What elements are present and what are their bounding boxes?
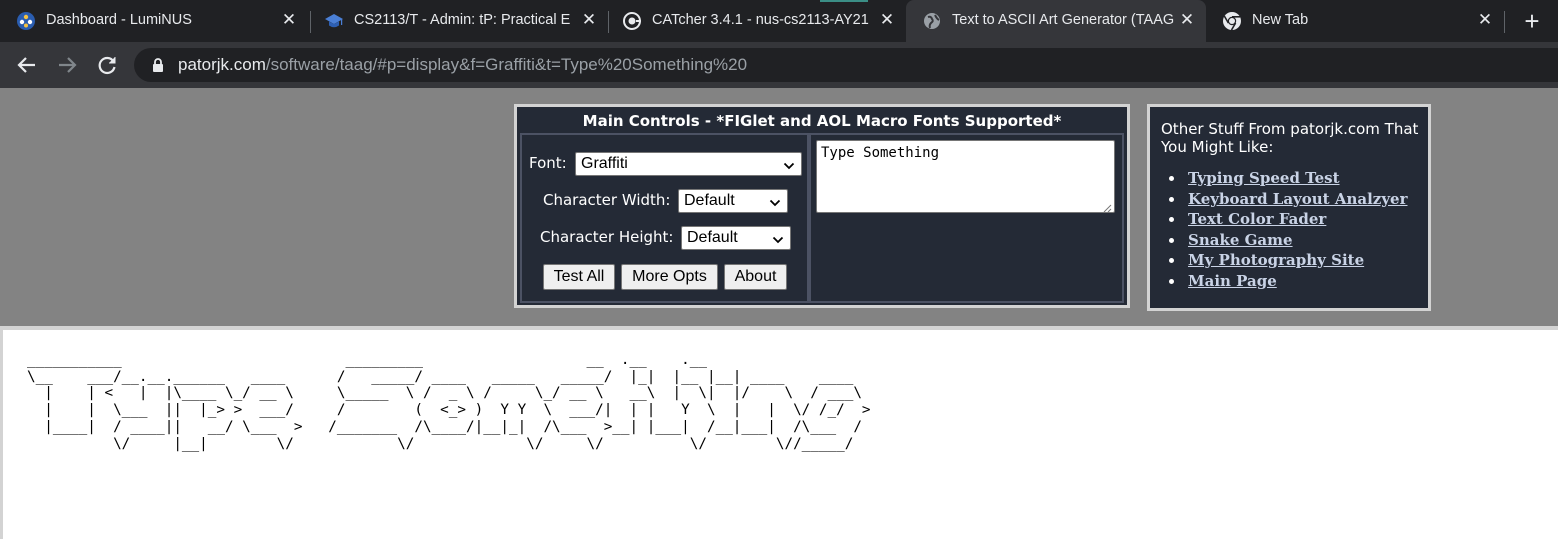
font-options-section: Font: Graffiti Character Width: Default … <box>520 133 809 303</box>
link-typing-speed-test[interactable]: Typing Speed Test <box>1188 169 1340 187</box>
tab-title: Text to ASCII Art Generator (TAAG <box>952 12 1174 28</box>
close-tab-icon[interactable]: ✕ <box>1178 11 1196 29</box>
list-item: My Photography Site <box>1164 251 1407 272</box>
address-bar[interactable]: patorjk.com/software/taag/#p=display&f=G… <box>134 48 1558 82</box>
back-arrow-icon[interactable] <box>14 52 40 78</box>
char-height-label: Character Height: <box>540 228 674 246</box>
close-tab-icon[interactable]: ✕ <box>280 11 298 29</box>
char-width-value: Default <box>684 192 735 209</box>
link-photography-site[interactable]: My Photography Site <box>1188 251 1364 269</box>
list-item: Keyboard Layout Analzyer <box>1164 190 1407 211</box>
bullet-icon <box>1169 258 1174 263</box>
chevron-down-icon <box>783 157 795 170</box>
text-input-section: Type Something <box>809 133 1124 303</box>
new-tab-plus-icon[interactable]: + <box>1518 8 1546 36</box>
graduation-cap-icon <box>324 11 344 31</box>
tab-catcher[interactable]: CATcher 3.4.1 - nus-cs2113-AY21 ✕ <box>606 0 904 42</box>
bullet-icon <box>1169 237 1174 243</box>
chevron-down-icon <box>769 194 781 207</box>
close-tab-icon[interactable]: ✕ <box>1476 11 1494 29</box>
other-stuff-panel: Other Stuff From patorjk.com That You Mi… <box>1147 104 1431 311</box>
char-width-select[interactable]: Default <box>678 189 788 213</box>
list-item: Main Page <box>1164 272 1407 293</box>
tab-luminus[interactable]: Dashboard - LumiNUS ✕ <box>0 0 308 42</box>
main-controls-header: Main Controls - *FIGlet and AOL Macro Fo… <box>582 112 1062 130</box>
ascii-art-output: ___________ _________ __ .__ .__ \__ ___… <box>27 352 871 452</box>
chevron-down-icon <box>772 231 784 244</box>
list-item: Typing Speed Test <box>1164 169 1407 190</box>
bullet-icon <box>1169 196 1174 202</box>
link-main-page[interactable]: Main Page <box>1188 272 1277 290</box>
tab-title: New Tab <box>1252 12 1309 28</box>
list-item: Snake Game <box>1164 231 1407 252</box>
list-item: Text Color Fader <box>1164 210 1407 231</box>
char-width-label: Character Width: <box>543 191 671 209</box>
main-controls-panel: Main Controls - *FIGlet and AOL Macro Fo… <box>514 104 1130 308</box>
font-label: Font: <box>529 154 567 172</box>
link-keyboard-layout-analyzer[interactable]: Keyboard Layout Analzyer <box>1188 190 1407 208</box>
close-tab-icon[interactable]: ✕ <box>580 11 598 29</box>
url-path: /software/taag/#p=display&f=Graffiti&t=T… <box>265 55 748 74</box>
luminus-icon <box>16 11 36 31</box>
url-host: patorjk.com <box>178 55 266 74</box>
link-snake-game[interactable]: Snake Game <box>1188 231 1293 249</box>
browser-toolbar: patorjk.com/software/taag/#p=display&f=G… <box>0 42 1558 88</box>
catcher-icon <box>622 11 642 31</box>
bullet-icon <box>1169 217 1174 222</box>
url-text: patorjk.com/software/taag/#p=display&f=G… <box>178 55 747 75</box>
bullet-icon <box>1169 176 1174 181</box>
tab-cs2113[interactable]: CS2113/T - Admin: tP: Practical E ✕ <box>308 0 606 42</box>
tab-title: Dashboard - LumiNUS <box>46 12 192 28</box>
char-height-select[interactable]: Default <box>681 226 791 250</box>
tab-taag-active[interactable]: Text to ASCII Art Generator (TAAG ✕ <box>906 0 1206 42</box>
other-stuff-links: Typing Speed Test Keyboard Layout Analzy… <box>1164 169 1407 292</box>
close-tab-icon[interactable]: ✕ <box>878 11 896 29</box>
globe-icon <box>922 11 942 31</box>
link-text-color-fader[interactable]: Text Color Fader <box>1188 210 1326 228</box>
resize-grip-icon[interactable] <box>1103 201 1112 213</box>
input-text: Type Something <box>821 145 940 161</box>
tab-title: CATcher 3.4.1 - nus-cs2113-AY21 <box>652 12 869 28</box>
chrome-icon <box>1222 11 1242 31</box>
forward-arrow-icon[interactable] <box>54 52 80 78</box>
tab-new-tab[interactable]: New Tab ✕ <box>1206 0 1502 42</box>
about-button[interactable]: About <box>724 264 787 290</box>
tab-strip: Dashboard - LumiNUS ✕ CS2113/T - Admin: … <box>0 0 1558 42</box>
char-height-value: Default <box>687 229 738 246</box>
lock-icon <box>152 58 164 72</box>
bullet-icon <box>1169 278 1174 284</box>
font-select-value: Graffiti <box>581 155 628 172</box>
tab-separator <box>1504 11 1505 33</box>
reload-icon[interactable] <box>94 52 120 78</box>
other-stuff-intro: Other Stuff From patorjk.com That You Mi… <box>1161 120 1419 156</box>
tab-title: CS2113/T - Admin: tP: Practical E <box>354 12 571 28</box>
test-all-button[interactable]: Test All <box>543 264 615 290</box>
font-select[interactable]: Graffiti <box>575 152 802 176</box>
more-opts-button[interactable]: More Opts <box>621 264 718 290</box>
input-textarea[interactable]: Type Something <box>816 140 1115 213</box>
